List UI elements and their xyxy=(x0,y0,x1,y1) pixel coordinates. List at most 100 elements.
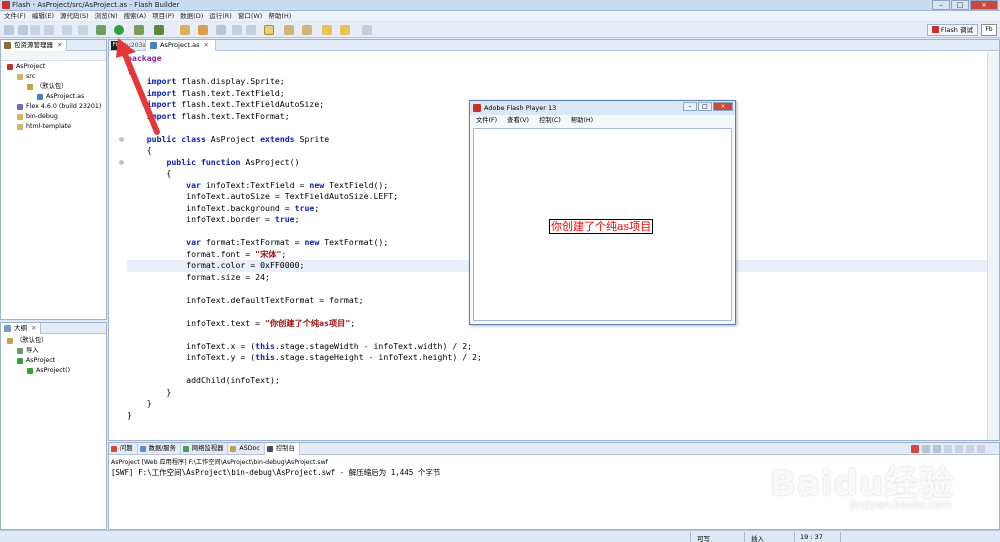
tree-item[interactable]: AsProject() xyxy=(1,366,106,376)
close-icon[interactable]: ✕ xyxy=(31,324,36,332)
display-console-icon[interactable] xyxy=(977,445,985,453)
editor-tabbar: Fb \u203a AsProject.as ✕ xyxy=(109,40,999,51)
back-icon[interactable] xyxy=(340,25,350,35)
minimize-button[interactable]: – xyxy=(932,0,950,10)
player-menu-item[interactable]: 查看(V) xyxy=(507,116,529,126)
console-launch-header: AsProject [Web 应用程序] F:\工作空间\AsProject\b… xyxy=(111,459,328,466)
perspective-label: Flash 调试 xyxy=(940,26,973,34)
console-tab-label: ASDoc xyxy=(239,445,260,452)
player-minimize-button[interactable]: – xyxy=(683,102,697,111)
window-titlebar: Flash - AsProject/src/AsProject.as - Fla… xyxy=(0,0,1000,11)
code-line: infoText.background = true; xyxy=(127,202,320,213)
previous-annotation-icon[interactable] xyxy=(302,25,312,35)
package-explorer-toolbar xyxy=(1,51,106,61)
player-menu-item[interactable]: 帮助(H) xyxy=(571,116,593,126)
tree-item-label: （默认包） xyxy=(16,337,48,344)
menu-item[interactable]: 编辑(E) xyxy=(32,11,54,21)
tree-item[interactable]: html-template xyxy=(1,122,106,132)
menu-item[interactable]: 运行(R) xyxy=(209,11,232,21)
menu-item[interactable]: 帮助(H) xyxy=(268,11,291,21)
fold-toggle-icon[interactable] xyxy=(119,136,124,142)
tree-item[interactable]: 导入 xyxy=(1,346,106,356)
code-line: format.font = "宋体"; xyxy=(127,248,287,259)
player-close-button[interactable]: × xyxy=(713,102,733,111)
build-icon[interactable] xyxy=(78,25,88,35)
scroll-lock-icon[interactable] xyxy=(955,445,963,453)
tree-item[interactable]: Flex 4.6.0 (build 23201) xyxy=(1,102,106,112)
tree-item-icon xyxy=(17,124,23,130)
tab-outline[interactable]: 大纲 ✕ xyxy=(1,323,42,334)
menu-item[interactable]: 数据(D) xyxy=(180,11,203,21)
player-menu-item[interactable]: 文件(F) xyxy=(476,116,497,126)
menu-item[interactable]: 项目(P) xyxy=(152,11,174,21)
tree-item-icon xyxy=(17,358,23,364)
console-tab[interactable]: 数据/服务 xyxy=(138,443,181,455)
remove-launch-icon[interactable] xyxy=(922,445,930,453)
toggle-block-icon[interactable] xyxy=(246,25,256,35)
stage-text-field: 你创建了个纯as项目 xyxy=(549,219,654,234)
maximize-button[interactable]: □ xyxy=(951,0,969,10)
toggle-mark-icon[interactable] xyxy=(232,25,242,35)
flash-player-controls: – □ × xyxy=(683,102,733,111)
console-tab[interactable]: 网络监视器 xyxy=(181,443,229,455)
run-icon[interactable] xyxy=(114,25,124,35)
tree-item-icon xyxy=(7,64,13,70)
last-edit-location-icon[interactable] xyxy=(322,25,332,35)
print-icon[interactable] xyxy=(44,25,54,35)
close-icon[interactable]: ✕ xyxy=(204,41,209,49)
save-icon[interactable] xyxy=(18,25,28,35)
baidu-watermark-url: jingyan.baidu.com xyxy=(850,498,952,511)
forward-icon[interactable] xyxy=(362,25,372,35)
pin-console-icon[interactable] xyxy=(966,445,974,453)
search-icon[interactable] xyxy=(216,25,226,35)
tree-item-label: AsProject() xyxy=(36,367,71,374)
menu-item[interactable]: 文件(F) xyxy=(4,11,26,21)
status-separator xyxy=(744,532,745,542)
clear-console-icon[interactable] xyxy=(944,445,952,453)
new-package-icon[interactable] xyxy=(180,25,190,35)
menu-item[interactable]: 浏览(N) xyxy=(95,11,118,21)
close-button[interactable]: × xyxy=(970,0,998,10)
code-line: infoText.text = "你创建了个纯as项目"; xyxy=(127,317,356,328)
editor-tab-label: AsProject.as xyxy=(160,41,200,49)
outline-icon xyxy=(4,325,11,332)
terminate-icon[interactable] xyxy=(911,445,919,453)
code-line: infoText.x = (this.stage.stageWidth - in… xyxy=(127,340,473,351)
open-type-icon[interactable] xyxy=(198,25,208,35)
outline-tree: （默认包） 导入 AsProject AsProject() xyxy=(1,336,106,376)
tree-item[interactable]: src xyxy=(1,72,106,82)
outline-panel: 大纲 ✕ （默认包） 导入 AsProject AsProject() xyxy=(0,322,107,530)
tree-item[interactable]: AsProject.as xyxy=(1,92,106,102)
tree-item[interactable]: （默认包） xyxy=(1,82,106,92)
tab-package-explorer[interactable]: 包资源管理器 ✕ xyxy=(1,40,68,51)
flash-player-titlebar[interactable]: Adobe Flash Player 13 – □ × xyxy=(470,101,735,115)
profile-icon[interactable] xyxy=(134,25,144,35)
next-annotation-icon[interactable] xyxy=(284,25,294,35)
player-maximize-button[interactable]: □ xyxy=(698,102,712,111)
menu-item[interactable]: 源代码(S) xyxy=(60,11,89,21)
perspective-flash[interactable]: Fb xyxy=(981,24,997,36)
tree-item[interactable]: AsProject xyxy=(1,356,106,366)
menu-item[interactable]: 搜索(A) xyxy=(124,11,147,21)
editor-vertical-scrollbar[interactable] xyxy=(987,52,999,440)
remove-all-icon[interactable] xyxy=(933,445,941,453)
tree-item[interactable]: bin-debug xyxy=(1,112,106,122)
save-all-icon[interactable] xyxy=(30,25,40,35)
open-icon[interactable] xyxy=(62,25,72,35)
tree-item-icon xyxy=(7,338,13,344)
tree-item[interactable]: （默认包） xyxy=(1,336,106,346)
console-tab[interactable]: 控制台 xyxy=(264,443,300,455)
perspective-flash-debug[interactable]: Flash 调试 xyxy=(926,24,978,36)
toggle-word-wrap-icon[interactable] xyxy=(264,25,274,35)
console-tab-icon xyxy=(266,446,273,452)
console-tab[interactable]: ASDoc xyxy=(228,443,265,455)
fold-toggle-icon[interactable] xyxy=(119,159,124,165)
close-icon[interactable]: ✕ xyxy=(57,41,62,49)
tree-item[interactable]: AsProject xyxy=(1,62,106,72)
console-tab[interactable]: 问题 xyxy=(109,443,138,455)
external-tools-icon[interactable] xyxy=(154,25,164,35)
player-menu-item[interactable]: 控制(C) xyxy=(539,116,561,126)
menu-item[interactable]: 窗口(W) xyxy=(238,11,263,21)
new-icon[interactable] xyxy=(4,25,14,35)
debug-icon[interactable] xyxy=(96,25,106,35)
